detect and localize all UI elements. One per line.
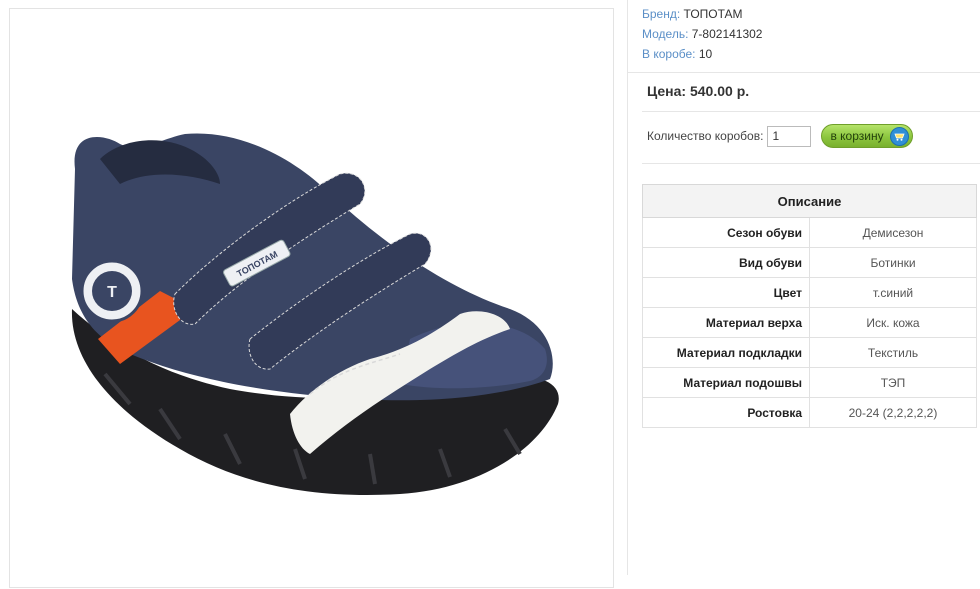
spec-key: Сезон обуви xyxy=(642,217,810,248)
description-title: Описание xyxy=(642,184,977,218)
quantity-input[interactable] xyxy=(767,125,812,147)
spec-value: ТЭП xyxy=(809,367,977,398)
spec-key: Цвет xyxy=(642,277,810,308)
table-row: Материал подкладки Текстиль xyxy=(642,337,977,368)
add-to-cart-button[interactable]: в корзину xyxy=(821,124,914,148)
spec-value: Текстиль xyxy=(809,337,977,368)
spec-key: Вид обуви xyxy=(642,247,810,278)
model-row: Модель: 7-802141302 xyxy=(642,24,762,44)
spec-key: Ростовка xyxy=(642,397,810,428)
table-row: Вид обуви Ботинки xyxy=(642,247,977,278)
spec-value: 20-24 (2,2,2,2,2) xyxy=(809,397,977,428)
table-row: Сезон обуви Демисезон xyxy=(642,217,977,248)
divider xyxy=(642,163,980,164)
quantity-label: Количество коробов: xyxy=(647,129,764,143)
spec-value: т.синий xyxy=(809,277,977,308)
spec-value: Ботинки xyxy=(809,247,977,278)
table-row: Цвет т.синий xyxy=(642,277,977,308)
model-label: Модель: xyxy=(642,27,689,41)
table-row: Материал подошвы ТЭП xyxy=(642,367,977,398)
price: Цена: 540.00 р. xyxy=(647,83,750,99)
brand-value: ТОПОТАМ xyxy=(683,7,743,21)
box-count-value: 10 xyxy=(698,47,713,61)
product-meta: Бренд: ТОПОТАМ Модель: 7-802141302 В кор… xyxy=(642,4,762,64)
box-count-label: В коробе: xyxy=(642,47,696,61)
cart-icon xyxy=(890,126,910,146)
table-row: Материал верха Иск. кожа xyxy=(642,307,977,338)
brand-row: Бренд: ТОПОТАМ xyxy=(642,4,762,24)
order-row: Количество коробов: в корзину xyxy=(647,124,914,148)
svg-text:T: T xyxy=(107,284,117,301)
spec-key: Материал верха xyxy=(642,307,810,338)
spec-value: Иск. кожа xyxy=(809,307,977,338)
add-to-cart-label: в корзину xyxy=(830,129,884,143)
table-row: Ростовка 20-24 (2,2,2,2,2) xyxy=(642,397,977,428)
spec-key: Материал подкладки xyxy=(642,337,810,368)
divider xyxy=(642,111,980,112)
divider xyxy=(628,72,980,73)
column-divider xyxy=(627,0,628,575)
brand-label: Бренд: xyxy=(642,7,681,21)
product-photo: T ТОПОТАМ xyxy=(71,133,559,495)
description-table: Описание Сезон обуви Демисезон Вид обуви Б… xyxy=(642,184,977,428)
model-value: 7-802141302 xyxy=(691,27,763,41)
product-image-frame[interactable]: T ТОПОТАМ xyxy=(9,8,614,588)
spec-key: Материал подошвы xyxy=(642,367,810,398)
spec-value: Демисезон xyxy=(809,217,977,248)
box-count-row: В коробе: 10 xyxy=(642,44,762,64)
